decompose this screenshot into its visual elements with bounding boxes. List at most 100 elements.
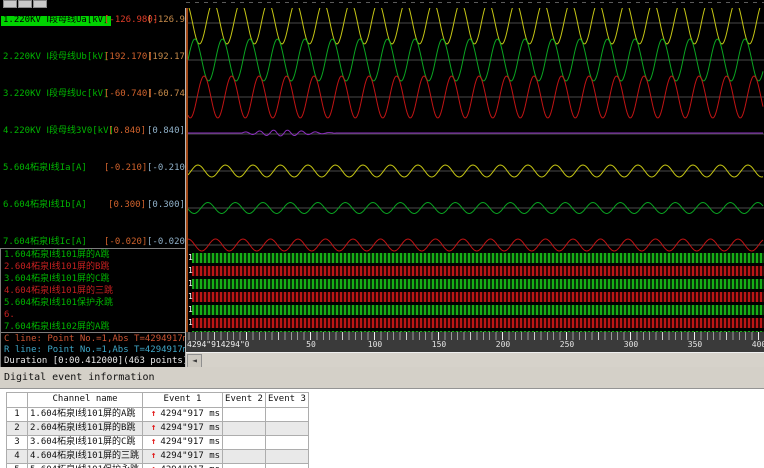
- toolbar-button[interactable]: [3, 0, 17, 8]
- event3-cell: [264, 449, 309, 464]
- digital-event-table: Channel name Event 1 Event 2 Event 3 1 1.604…: [6, 392, 309, 468]
- event3-cell: [264, 407, 309, 422]
- digital-channel-label[interactable]: 1.604柘泉Ⅰ线101屏的A跳: [4, 250, 109, 261]
- analog-channel-label[interactable]: 7.604柘泉Ⅰ线Ic[A]: [3, 237, 87, 248]
- digital-channel-label[interactable]: 3.604柘泉Ⅰ线101屏的C跳: [4, 274, 109, 285]
- ruler-tick-label: 350: [687, 340, 703, 349]
- digital-state-value: 1: [188, 292, 193, 301]
- digital-trace-bar: [192, 305, 764, 315]
- row-number: 4: [6, 449, 28, 464]
- table-header-event-2: Event 2: [222, 392, 266, 408]
- analog-channel-label[interactable]: 6.604柘泉Ⅰ线Ib[A]: [3, 200, 87, 211]
- digital-state-value: 1: [188, 318, 193, 327]
- analog-channel-row[interactable]: 2.220KV Ⅰ段母线Ub[kV][192.170][192.170]: [0, 52, 185, 66]
- digital-channel-row[interactable]: 6.: [1, 310, 183, 322]
- time-ruler[interactable]: 4294"914294"950 050100150200250300350400: [186, 332, 764, 352]
- section-title: Digital event information: [4, 372, 155, 383]
- c-cursor-value: [-126.980]: [104, 15, 159, 25]
- r-cursor-value: [-0.020]: [147, 237, 185, 247]
- analog-channel-row[interactable]: 6.604柘泉Ⅰ线Ib[A] [0.300] [0.300]: [0, 200, 185, 214]
- event2-cell: [222, 407, 266, 422]
- digital-channel-label[interactable]: 2.604柘泉Ⅰ线101屏的B跳: [4, 262, 109, 273]
- table-header-index: [6, 392, 28, 408]
- table-row[interactable]: 4 4.604柘泉Ⅰ线101屏的三跳 ↑ 4294"917 ms: [6, 449, 309, 464]
- digital-trace-bar: [192, 331, 764, 332]
- event2-cell: [222, 435, 266, 450]
- digital-channel-row[interactable]: 4.604柘泉Ⅰ线101屏的三跳: [1, 286, 183, 298]
- waveform-area[interactable]: 1111111: [186, 8, 764, 332]
- digital-channel-row[interactable]: 5.604柘泉Ⅰ线101保护永跳: [1, 298, 183, 310]
- waveform-trace: [188, 8, 761, 45]
- c-line-status: C line: Point No.=1,Abs T=4294917ms, Rel…: [4, 334, 185, 344]
- c-cursor-value: [192.170]: [104, 52, 153, 62]
- analog-channel-row[interactable]: 3.220KV Ⅰ段母线Uc[kV][-60.740][-60.740]: [0, 89, 185, 103]
- ruler-tick-label: 50: [306, 340, 316, 349]
- ruler-tick-label: 0: [244, 340, 250, 349]
- event1-time: 4294"917 ms: [160, 450, 221, 461]
- digital-state-value: 1: [188, 305, 193, 314]
- c-cursor-value: [0.300]: [108, 200, 146, 210]
- digital-trace-bar: [192, 253, 764, 263]
- analog-channel-row[interactable]: 5.604柘泉Ⅰ线Ia[A] [-0.210][-0.210]: [0, 163, 185, 177]
- digital-channel-row[interactable]: 1.604柘泉Ⅰ线101屏的A跳: [1, 250, 183, 262]
- digital-channel-row[interactable]: 3.604柘泉Ⅰ线101屏的C跳: [1, 274, 183, 286]
- digital-trace-bar: [192, 318, 764, 328]
- event-channel-name: 5.604柘泉Ⅰ线101保护永跳: [27, 463, 143, 468]
- ruler-tick-label: 400: [751, 340, 764, 349]
- toolbar-button[interactable]: [18, 0, 32, 8]
- r-cursor-value: [-126.980]: [147, 15, 185, 25]
- analog-channel-label[interactable]: 1.220KV Ⅰ段母线Ua[kV]: [1, 15, 111, 26]
- ruler-tick-label: 150: [431, 340, 447, 349]
- c-cursor-value: [-60.740]: [104, 89, 153, 99]
- table-header-event-1: Event 1: [141, 392, 224, 408]
- r-cursor-value: [-0.210]: [147, 163, 185, 173]
- event1-time: 4294"917 ms: [160, 408, 221, 419]
- analog-channel-row[interactable]: 4.220KV Ⅰ段母线3V0[kV] [0.840] [0.840]: [0, 126, 185, 140]
- table-row[interactable]: 55.604柘泉Ⅰ线101保护永跳 ↑ 4294"917 ms: [6, 463, 309, 468]
- channel-info-panel: 1.220KV Ⅰ段母线Ua[kV][-126.980][-126.980]2.…: [0, 8, 186, 367]
- analog-channel-row[interactable]: 1.220KV Ⅰ段母线Ua[kV][-126.980][-126.980]: [0, 15, 185, 29]
- rising-edge-arrow-icon: ↑: [151, 422, 157, 433]
- event1-time: 4294"917 ms: [160, 422, 221, 433]
- analog-channel-label[interactable]: 3.220KV Ⅰ段母线Uc[kV]: [3, 89, 109, 100]
- digital-trace-bar: [192, 266, 764, 276]
- event1-cell: ↑ 4294"917 ms: [141, 463, 224, 468]
- rising-edge-arrow-icon: ↑: [151, 408, 157, 419]
- c-cursor-value: [0.840]: [108, 126, 146, 136]
- event-channel-name: 2.604柘泉Ⅰ线101屏的B跳: [27, 421, 143, 436]
- cursor-line[interactable]: [186, 8, 188, 332]
- duration-status: Duration [0:00.412000](463 points): [4, 356, 186, 366]
- rising-edge-arrow-icon: ↑: [151, 436, 157, 447]
- digital-channel-label[interactable]: 4.604柘泉Ⅰ线101屏的三跳: [4, 286, 113, 297]
- table-row[interactable]: 2 2.604柘泉Ⅰ线101屏的B跳 ↑ 4294"917 ms: [6, 421, 309, 436]
- horizontal-scrollbar[interactable]: ◄: [186, 352, 764, 368]
- digital-state-value: 1: [188, 253, 193, 262]
- event1-time: 4294"917 ms: [160, 465, 220, 468]
- c-cursor-value: [-0.210]: [104, 163, 148, 173]
- row-number: 3: [6, 435, 28, 450]
- waveform-analyzer-window: 1.220KV Ⅰ段母线Ua[kV][-126.980][-126.980]2.…: [0, 0, 764, 468]
- r-cursor-value: [-60.740]: [147, 89, 185, 99]
- analog-channel-label[interactable]: 5.604柘泉Ⅰ线Ia[A]: [3, 163, 87, 174]
- table-row[interactable]: 1 1.604柘泉Ⅰ线101屏的A跳 ↑ 4294"917 ms: [6, 407, 309, 422]
- r-cursor-value: [0.300]: [147, 200, 185, 210]
- digital-channel-label[interactable]: 5.604柘泉Ⅰ线101保护永跳: [4, 298, 113, 309]
- digital-channel-row[interactable]: 2.604柘泉Ⅰ线101屏的B跳: [1, 262, 183, 274]
- digital-state-value: 1: [188, 279, 193, 288]
- scrollbar-left-arrow-icon[interactable]: ◄: [187, 354, 202, 368]
- table-row[interactable]: 3 3.604柘泉Ⅰ线101屏的C跳 ↑ 4294"917 ms: [6, 435, 309, 450]
- event2-cell: [222, 421, 266, 436]
- row-number: 1: [6, 407, 28, 422]
- analog-channel-label[interactable]: 2.220KV Ⅰ段母线Ub[kV]: [3, 52, 109, 63]
- event3-cell: [264, 435, 309, 450]
- digital-trace-bar: [192, 292, 764, 302]
- digital-channel-label[interactable]: 6.: [4, 310, 15, 321]
- digital-trace-bar: [192, 279, 764, 289]
- event2-cell: [222, 463, 266, 468]
- ruler-tick-label: 300: [623, 340, 639, 349]
- toolbar-button[interactable]: [33, 0, 47, 8]
- rising-edge-arrow-icon: ↑: [151, 465, 156, 468]
- analog-channel-label[interactable]: 4.220KV Ⅰ段母线3V0[kV]: [3, 126, 114, 137]
- waveform-trace: [188, 129, 763, 137]
- digital-channel-list: 1.604柘泉Ⅰ线101屏的A跳 2.604柘泉Ⅰ线101屏的B跳 3.604柘泉Ⅰ…: [0, 248, 185, 333]
